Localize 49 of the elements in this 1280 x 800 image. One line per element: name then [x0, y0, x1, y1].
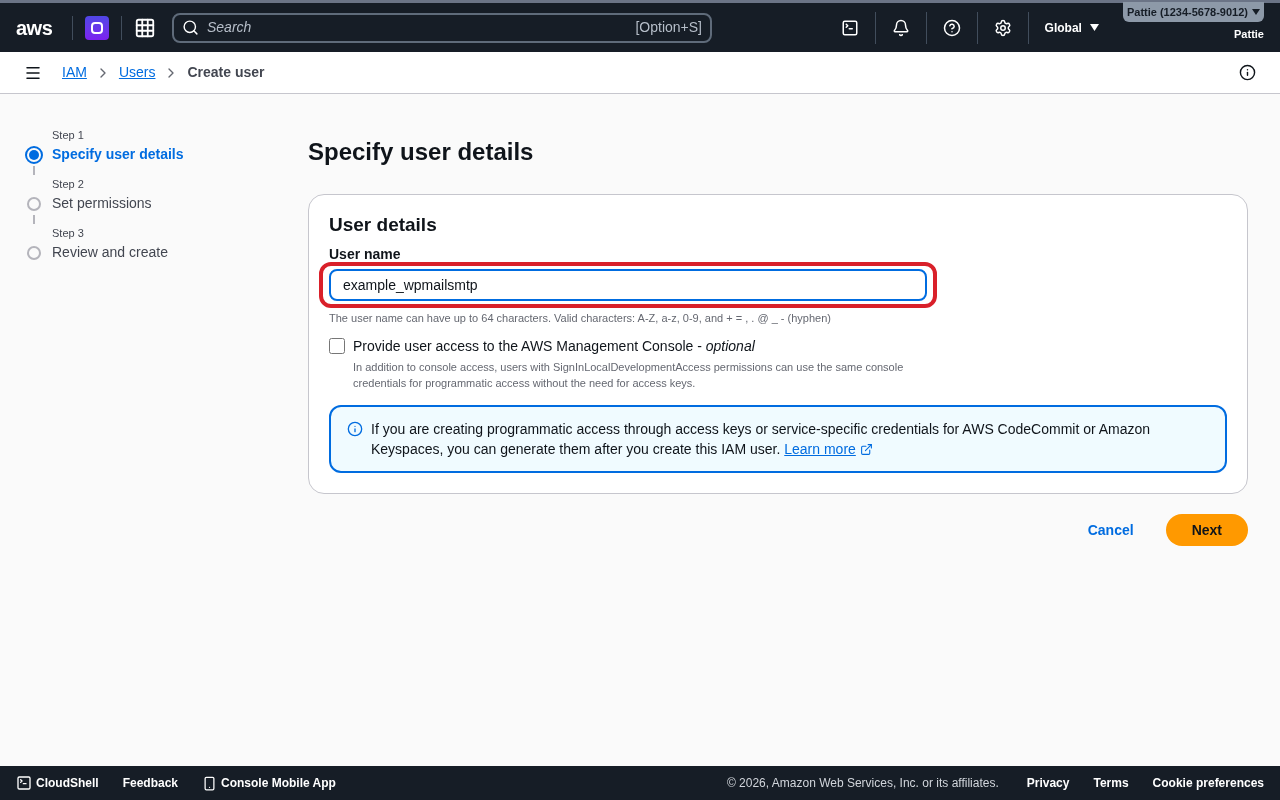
search-box[interactable]: Search [Option+S] — [172, 12, 712, 43]
cancel-button[interactable]: Cancel — [1071, 514, 1150, 546]
caret-icon — [1252, 9, 1260, 15]
step-number: Step 2 — [52, 177, 85, 192]
field-hint: The user name can have up to 64 characters. Valid characters: A-Z, a-z, 0-9, and + = , . @ _ - (hyphen) — [329, 310, 832, 326]
page-title: Specify user details — [308, 137, 535, 167]
console-access-checkbox[interactable] — [329, 338, 345, 354]
footer-link[interactable]: Privacy — [1026, 774, 1070, 792]
copyright-text: © 2026, Amazon Web Services, Inc. or its affiliates. — [726, 775, 999, 792]
step-number: Step 1 — [52, 128, 85, 143]
field-label: User name — [329, 244, 402, 264]
terminal-icon[interactable] — [840, 18, 859, 37]
feedback-link[interactable]: Feedback — [122, 774, 179, 792]
region-selector[interactable]: Global — [1044, 18, 1099, 37]
phone-icon — [202, 775, 218, 791]
step-label[interactable]: Review and create — [52, 242, 168, 263]
aws-logo[interactable]: aws — [16, 12, 60, 43]
checkbox-label: Provide user access to the AWS Management Console - optional — [353, 337, 756, 356]
user-name-input[interactable]: example_wpmailsmtp — [329, 268, 927, 301]
apps-grid-icon[interactable] — [134, 16, 156, 39]
info-icon — [347, 421, 363, 437]
learn-more-link[interactable]: Learn more — [784, 439, 873, 459]
breadcrumb-link[interactable]: IAM — [62, 62, 87, 83]
info-icon[interactable] — [1239, 64, 1256, 81]
terminal-icon — [16, 775, 32, 791]
shortcut-text: [Option+S] — [635, 18, 702, 37]
external-link-icon — [859, 442, 873, 456]
footer-link[interactable]: Cookie preferences — [1152, 774, 1264, 792]
panel-title: User details — [329, 213, 438, 237]
search-icon — [182, 19, 199, 36]
caret-icon — [1089, 24, 1099, 31]
step-label[interactable]: Specify user details — [52, 144, 184, 165]
checkbox-description: In addition to console access, users with SignInLocalDevelopmentAccess permissions can use the same console credentials for programmatic access without the need for access keys. — [353, 360, 905, 391]
cloudshell-link[interactable]: CloudShell — [16, 774, 99, 792]
user-name: Pattie — [1234, 27, 1264, 42]
notifications-icon[interactable] — [891, 18, 910, 37]
alert-text: If you are creating programmatic access through access keys or service-specific credentials for AWS CodeCommit or Amazon Keyspaces, you can generate them after you create this IAM user. Learn more — [371, 420, 1152, 459]
settings-icon[interactable] — [993, 18, 1012, 37]
step-label[interactable]: Set permissions — [52, 193, 152, 214]
mobile-app-link[interactable]: Console Mobile App — [202, 774, 336, 792]
account-menu[interactable]: Pattie (1234-5678-9012) — [1122, 2, 1264, 22]
breadcrumb-current: Create user — [187, 63, 265, 82]
help-icon[interactable] — [942, 18, 961, 37]
footer-link[interactable]: Terms — [1093, 774, 1129, 792]
search-field[interactable]: Search — [207, 17, 628, 38]
step-number: Step 3 — [52, 226, 85, 241]
service-icon[interactable] — [85, 15, 109, 40]
breadcrumb-link[interactable]: Users — [118, 62, 156, 83]
next-button[interactable]: Next — [1165, 514, 1248, 546]
